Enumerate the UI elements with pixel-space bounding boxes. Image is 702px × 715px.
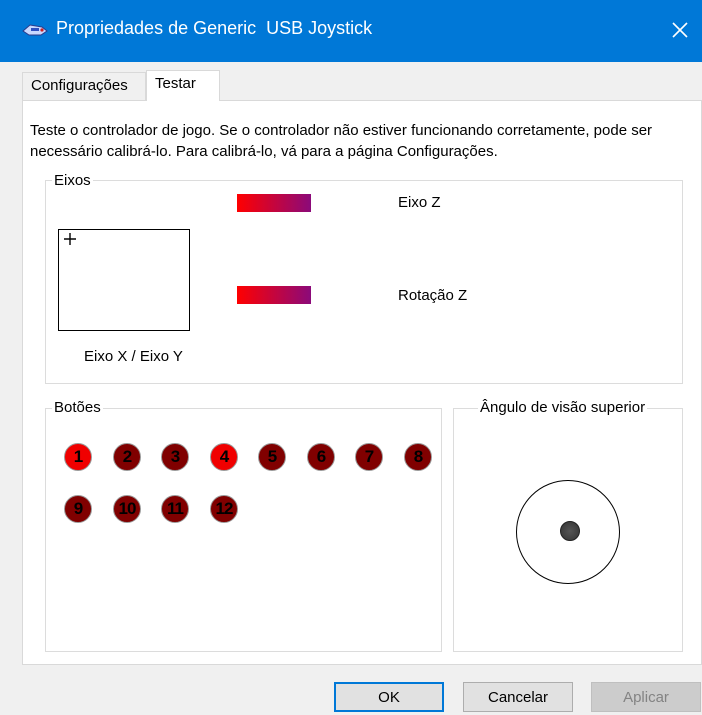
cancel-button[interactable]: Cancelar: [463, 682, 573, 712]
tab-label: Testar: [155, 75, 196, 92]
z-rotation-label: Rotação Z: [398, 287, 468, 304]
tab-configuracoes[interactable]: Configurações: [22, 72, 146, 100]
joystick-button-indicator: 5: [258, 443, 286, 471]
xy-axis-label: Eixo X / Eixo Y: [84, 348, 183, 365]
buttons-group: [45, 408, 442, 652]
ok-button[interactable]: OK: [334, 682, 444, 712]
tab-testar[interactable]: Testar: [146, 70, 220, 101]
joystick-button-indicator: 8: [404, 443, 432, 471]
joystick-button-indicator: 11: [161, 495, 189, 523]
joystick-button-indicator: 1: [64, 443, 92, 471]
joystick-button-indicator: 12: [210, 495, 238, 523]
joystick-icon: [22, 22, 48, 38]
joystick-button-indicator: 2: [113, 443, 141, 471]
apply-button[interactable]: Aplicar: [591, 682, 701, 712]
buttons-group-label: Botões: [52, 399, 103, 416]
window-title: Propriedades de Generic USB Joystick: [56, 18, 373, 38]
z-axis-bar: [237, 194, 311, 212]
pov-group-label: Ângulo de visão superior: [478, 399, 648, 416]
crosshair-icon: [64, 233, 76, 245]
xy-axis-box: [58, 229, 190, 331]
close-icon: [672, 22, 688, 38]
pov-indicator: [560, 521, 580, 541]
joystick-button-indicator: 10: [113, 495, 141, 523]
joystick-button-indicator: 7: [355, 443, 383, 471]
joystick-button-indicator: 4: [210, 443, 238, 471]
intro-text: Teste o controlador de jogo. Se o contro…: [30, 122, 653, 160]
close-button[interactable]: [656, 0, 702, 62]
z-rotation-bar: [237, 286, 311, 304]
joystick-button-indicator: 6: [307, 443, 335, 471]
axes-group-label: Eixos: [52, 172, 93, 189]
joystick-button-indicator: 3: [161, 443, 189, 471]
joystick-button-indicator: 9: [64, 495, 92, 523]
title-bar: Propriedades de Generic USB Joystick: [0, 0, 702, 62]
tab-label: Configurações: [31, 77, 128, 94]
z-axis-label: Eixo Z: [398, 194, 441, 211]
